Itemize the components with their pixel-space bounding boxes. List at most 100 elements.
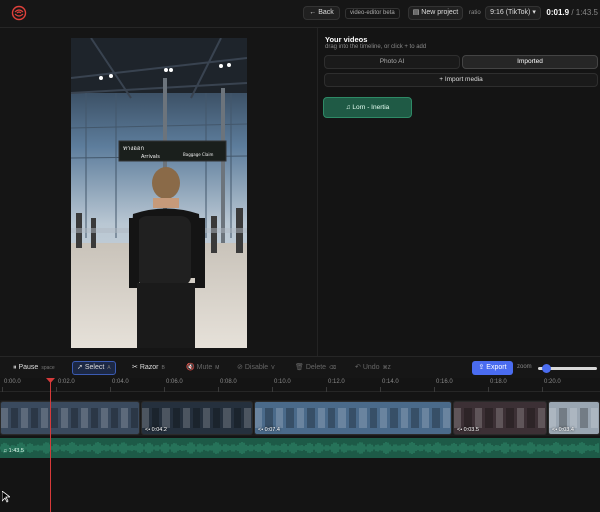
audio-track[interactable] (0, 438, 600, 458)
ruler-tick (434, 387, 435, 392)
tab-photo-ai[interactable]: Photo AI (324, 55, 460, 69)
import-media-button[interactable]: + Import media (324, 73, 598, 87)
mute-button[interactable]: 🔇 Mute M (181, 361, 224, 375)
ruler-tick (488, 387, 489, 392)
select-label: Select (84, 364, 105, 371)
clip-thumbnail (192, 408, 201, 428)
zoom-slider-thumb[interactable] (541, 364, 551, 373)
undo-button[interactable]: ↶ Undo ⌘Z (350, 361, 396, 375)
pause-icon: ⏸ (13, 364, 17, 371)
new-project-label: New project (421, 9, 459, 16)
mute-label: Mute (196, 364, 213, 371)
timeline-clip[interactable]: <• 0:04.2 (141, 401, 253, 435)
new-project-button[interactable]: ▤ New project (408, 6, 463, 20)
disable-label: Disable (244, 364, 269, 371)
video-frame-image: ทางออก Arrivals Baggage Claim (71, 38, 247, 348)
clip-thumbnail (111, 408, 118, 428)
clip-thumbnail (31, 408, 38, 428)
tab-imported[interactable]: Imported (462, 55, 598, 69)
app-tag: video-editor beta (345, 8, 400, 19)
clip-thumbnail (474, 408, 483, 428)
timeline-toolbar: ⏸ Pause space ➚ Select A ✂ Razor B 🔇 Mute M … (0, 356, 600, 378)
undo-icon: ↶ (355, 364, 361, 371)
clip-thumbnail (338, 408, 346, 428)
time-total: / 1:43.5 (571, 8, 598, 17)
clip-thumbnail (411, 408, 419, 428)
video-preview[interactable]: ทางออก Arrivals Baggage Claim (71, 38, 247, 348)
sign-thai-text: ทางออก (123, 145, 144, 152)
pause-label: Pause (18, 364, 39, 371)
ruler-tick-label: 0:20.0 (544, 379, 561, 385)
ruler-tick-label: 0:08.0 (220, 379, 237, 385)
disable-button[interactable]: ⊘ Disable V (232, 361, 280, 375)
clip-thumbnail (590, 408, 598, 428)
clip-thumbnail (213, 408, 221, 428)
clip-thumbnail (506, 408, 514, 428)
ruler-tick (542, 387, 543, 392)
cursor-icon: ➚ (77, 364, 83, 371)
ruler-tick-label: 0:14.0 (382, 379, 399, 385)
clip-thumbnail (317, 408, 325, 428)
clip-thumbnail (41, 408, 48, 428)
clip-thumbnail (359, 408, 367, 428)
select-tool-button[interactable]: ➚ Select A (72, 361, 116, 375)
back-button[interactable]: ← Back (303, 6, 340, 20)
top-bar: ← Back video-editor beta ▤ New project r… (0, 0, 600, 28)
clip-thumbnail (549, 408, 557, 428)
clip-thumbnail (432, 408, 440, 428)
plus-icon: + (439, 76, 444, 83)
clip-thumbnail (152, 408, 160, 428)
ruler-tick-label: 0:12.0 (328, 379, 345, 385)
clip-thumbnail (91, 408, 98, 428)
timeline-clip[interactable]: <• 0:03.4 (548, 401, 600, 435)
clip-thumbnail (223, 408, 231, 428)
ruler-tick (380, 387, 381, 392)
ruler-tick-label: 0:10.0 (274, 379, 291, 385)
clip-thumbnail (454, 408, 462, 428)
timeline-clip[interactable]: <• 0:03.5 (453, 401, 547, 435)
ruler-tick (326, 387, 327, 392)
playhead[interactable] (50, 378, 51, 512)
media-panel-subtitle: drag into the timeline, or click + to ad… (325, 44, 427, 50)
mouse-cursor-icon (2, 491, 10, 503)
undo-key: ⌘Z (382, 365, 391, 371)
clip-duration-label: <• 0:04.2 (145, 427, 167, 433)
clip-thumbnail (527, 408, 535, 428)
ruler-tick-label: 0:04.0 (112, 379, 129, 385)
pause-button[interactable]: ⏸ Pause space (8, 361, 60, 375)
clip-thumbnail (421, 408, 430, 428)
clip-thumbnail (101, 408, 108, 428)
timeline-clip[interactable] (0, 401, 140, 435)
clip-thumbnail (243, 408, 251, 428)
clip-thumbnail (182, 408, 190, 428)
clip-thumbnail (11, 408, 18, 428)
delete-key: ⌫ (329, 365, 337, 371)
timeline-ruler[interactable]: 0:00.0 0:02.0 0:04.0 0:06.0 0:08.0 0:10.0 0:12… (0, 378, 600, 392)
timeline-clip[interactable]: <• 0:07.4 (254, 401, 452, 435)
clip-thumbnail (537, 408, 545, 428)
audio-waveform (0, 442, 599, 454)
delete-button[interactable]: 🗑 Delete ⌫ (290, 361, 341, 375)
clip-thumbnail (348, 408, 357, 428)
eye-off-icon: ⊘ (237, 364, 243, 371)
audio-duration-label: ♫ 1:43.5 (3, 448, 24, 454)
clip-thumbnail (369, 408, 378, 428)
ruler-tick-label: 0:18.0 (490, 379, 507, 385)
video-track[interactable]: <• 0:04.2 <• 0:07.4 <• 0:03.5 <• 0:03.4 (0, 400, 600, 436)
razor-tool-button[interactable]: ✂ Razor B (127, 361, 170, 375)
clip-thumbnail (569, 408, 578, 428)
clip-duration-label: <• 0:03.5 (457, 427, 479, 433)
clip-thumbnail (142, 408, 150, 428)
clip-thumbnail (580, 408, 588, 428)
clip-thumbnail (485, 408, 493, 428)
pause-key: space (41, 365, 55, 371)
ratio-select[interactable]: 9:16 (TikTok) ▾ (485, 6, 541, 20)
media-item-audio[interactable]: ♫ Lorn - Inertia (323, 97, 412, 118)
preview-area: ทางออก Arrivals Baggage Claim (0, 28, 318, 356)
export-button[interactable]: ⇪ Export (472, 361, 513, 375)
clip-thumbnail (495, 408, 504, 428)
ruler-tick-label: 0:06.0 (166, 379, 183, 385)
clip-thumbnail (21, 408, 28, 428)
clip-thumbnail (390, 408, 398, 428)
clip-thumbnail (71, 408, 78, 428)
